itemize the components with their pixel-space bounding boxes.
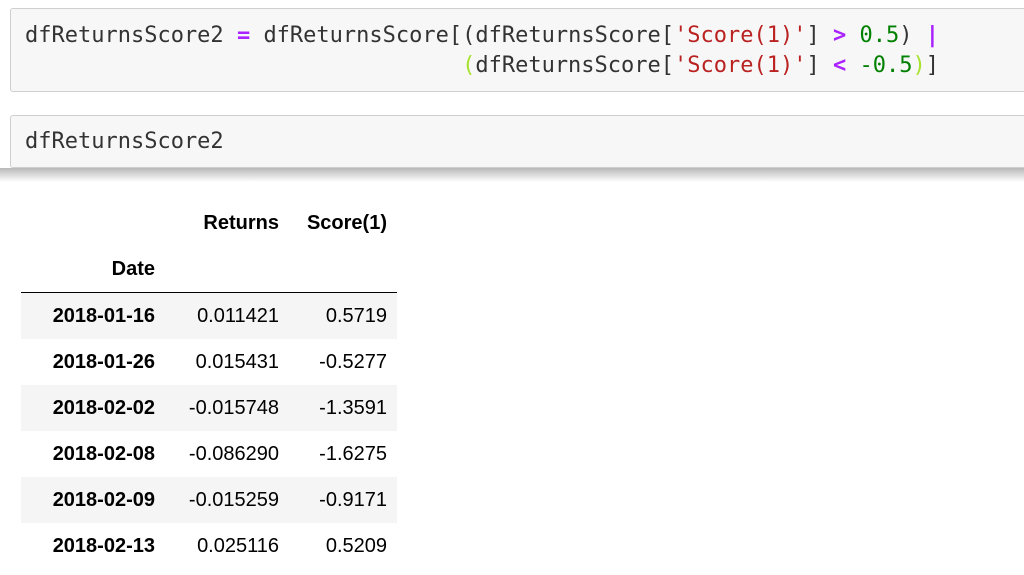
row-date: 2018-01-16 — [52, 304, 155, 327]
header-row: Returns Score(1) — [21, 200, 397, 246]
header-blank — [21, 200, 165, 246]
code-cell-filter[interactable]: dfReturnsScore2 = dfReturnsScore[(dfRetu… — [10, 8, 1024, 92]
table-row: 2018-01-26 0.015431 -0.5277 — [21, 339, 397, 385]
code-assign-operator: = — [236, 23, 251, 48]
row-date: 2018-02-08 — [52, 442, 155, 465]
code-string: 'Score(1)' — [674, 53, 807, 78]
dataframe-table: Returns Score(1) Date 2018-01-16 0.01142… — [21, 200, 397, 569]
row-date: 2018-01-26 — [52, 350, 155, 373]
code-bracket: ( — [462, 53, 476, 78]
row-date: 2018-02-09 — [52, 488, 155, 511]
cell-score: 0.5719 — [325, 304, 387, 327]
cell-score: -0.5277 — [319, 350, 387, 373]
row-date: 2018-02-02 — [52, 396, 155, 419]
code-bracket: ) — [899, 23, 913, 48]
column-header-score: Score(1) — [306, 211, 387, 234]
code-bracket: ] — [806, 53, 820, 78]
code-cell-display[interactable]: dfReturnsScore2 — [10, 115, 1024, 168]
code-bracket: [ — [660, 53, 675, 78]
cell-returns: 0.015431 — [195, 350, 279, 373]
output-area: Returns Score(1) Date 2018-01-16 0.01142… — [21, 200, 397, 569]
code-operator: > — [833, 23, 847, 48]
code-dataframe: dfReturnsScore — [475, 53, 661, 78]
code-variable: dfReturnsScore2 — [25, 23, 224, 48]
table-row: 2018-01-16 0.011421 0.5719 — [21, 292, 397, 339]
code-line-2: dfReturnsScore2 = dfReturnsScore[(dfRetu… — [25, 52, 939, 80]
cell-returns: 0.011421 — [197, 304, 279, 327]
header-blank — [289, 246, 397, 293]
notebook-page: dfReturnsScore2 = dfReturnsScore[(dfRetu… — [0, 0, 1024, 575]
code-line-display: dfReturnsScore2 — [25, 129, 224, 154]
cell-returns: 0.025116 — [197, 534, 279, 557]
table-row: 2018-02-09 -0.015259 -0.9171 — [21, 477, 397, 523]
code-number: -0.5 — [859, 53, 913, 78]
index-name-row: Date — [21, 246, 397, 293]
header-blank — [165, 246, 289, 293]
code-bracket: [( — [448, 23, 476, 48]
code-string: 'Score(1)' — [674, 23, 807, 48]
code-bracket: ) — [912, 53, 926, 78]
code-dataframe: dfReturnsScore — [475, 23, 661, 48]
table-row: 2018-02-08 -0.086290 -1.6275 — [21, 431, 397, 477]
code-bracket: [ — [660, 23, 675, 48]
column-header-returns: Returns — [203, 211, 279, 234]
code-line-1: dfReturnsScore2 = dfReturnsScore[(dfRetu… — [25, 22, 939, 50]
cell-score: 0.5209 — [325, 534, 387, 557]
cell-returns: -0.086290 — [188, 442, 279, 465]
code-bracket: ] — [806, 23, 820, 48]
cell-selection-shadow — [0, 168, 1024, 182]
row-date: 2018-02-13 — [52, 534, 155, 557]
code-bracket: ] — [925, 53, 939, 78]
cell-score: -1.6275 — [319, 442, 387, 465]
code-operator: < — [832, 53, 847, 78]
code-dataframe: dfReturnsScore — [263, 23, 449, 48]
table-row: 2018-02-02 -0.015748 -1.3591 — [21, 385, 397, 431]
cell-returns: -0.015259 — [188, 488, 279, 511]
index-name: Date — [21, 246, 165, 293]
cell-score: -1.3591 — [319, 396, 387, 419]
cell-returns: -0.015748 — [188, 396, 279, 419]
cell-score: -0.9171 — [319, 488, 387, 511]
table-row: 2018-02-13 0.025116 0.5209 — [21, 523, 397, 569]
code-number: 0.5 — [859, 23, 900, 48]
code-or-operator: | — [925, 23, 940, 48]
